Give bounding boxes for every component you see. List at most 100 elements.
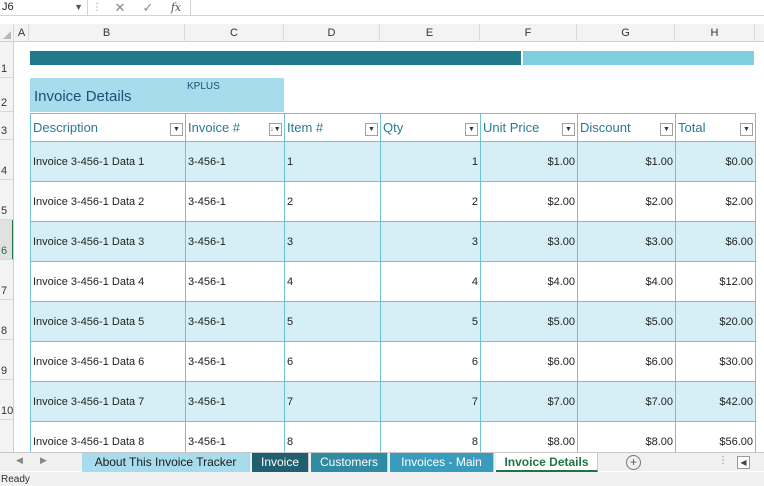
filter-dropdown-icon[interactable]: ▼ — [562, 123, 575, 136]
filter-dropdown-icon[interactable]: ▼ — [740, 123, 753, 136]
cell-total[interactable]: $56.00 — [675, 421, 756, 452]
column-header-a[interactable]: A — [15, 24, 29, 42]
cell-description[interactable]: Invoice 3-456-1 Data 5 — [30, 301, 186, 342]
header-qty[interactable]: Qty ▼ — [380, 113, 481, 142]
cell-qty[interactable]: 1 — [380, 141, 481, 182]
cancel-icon[interactable]: ✕ — [106, 0, 134, 15]
cell-qty[interactable]: 3 — [380, 221, 481, 262]
row-header-1[interactable]: 1 — [0, 42, 13, 78]
name-box[interactable]: J6 ▼ — [0, 0, 88, 16]
filter-dropdown-icon[interactable]: ▼ — [365, 123, 378, 136]
row-header-8[interactable]: 8 — [0, 300, 13, 340]
column-header-d[interactable]: D — [284, 24, 380, 42]
cell-description[interactable]: Invoice 3-456-1 Data 2 — [30, 181, 186, 222]
row-header-4[interactable]: 4 — [0, 140, 13, 180]
row-header-2[interactable]: 2 — [0, 78, 13, 112]
column-header-b[interactable]: B — [29, 24, 185, 42]
tab-invoice-details[interactable]: Invoice Details — [496, 453, 598, 472]
cell-total[interactable]: $0.00 — [675, 141, 756, 182]
sort-filter-icon[interactable]: ↓▼ — [269, 123, 282, 136]
cell-description[interactable]: Invoice 3-456-1 Data 6 — [30, 341, 186, 382]
row-header-3[interactable]: 3 — [0, 112, 13, 140]
cell-discount[interactable]: $7.00 — [577, 381, 676, 422]
column-header-f[interactable]: F — [480, 24, 577, 42]
cell-total[interactable]: $2.00 — [675, 181, 756, 222]
cell-invoice-number[interactable]: 3-456-1 — [185, 181, 285, 222]
header-invoice-number[interactable]: Invoice # ↓▼ — [185, 113, 285, 142]
cell-item-number[interactable]: 6 — [284, 341, 381, 382]
cell-item-number[interactable]: 8 — [284, 421, 381, 452]
filter-dropdown-icon[interactable]: ▼ — [465, 123, 478, 136]
row-header-5[interactable]: 5 — [0, 180, 13, 220]
enter-icon[interactable]: ✓ — [134, 0, 162, 15]
cell-item-number[interactable]: 3 — [284, 221, 381, 262]
cell-unit-price[interactable]: $8.00 — [480, 421, 578, 452]
cell-qty[interactable]: 8 — [380, 421, 481, 452]
cell-item-number[interactable]: 7 — [284, 381, 381, 422]
cell-unit-price[interactable]: $4.00 — [480, 261, 578, 302]
cell-qty[interactable]: 2 — [380, 181, 481, 222]
cell-description[interactable]: Invoice 3-456-1 Data 7 — [30, 381, 186, 422]
cell-invoice-number[interactable]: 3-456-1 — [185, 141, 285, 182]
header-item-number[interactable]: Item # ▼ — [284, 113, 381, 142]
cell-item-number[interactable]: 1 — [284, 141, 381, 182]
cell-discount[interactable]: $1.00 — [577, 141, 676, 182]
cell-unit-price[interactable]: $1.00 — [480, 141, 578, 182]
tab-about-invoice-tracker[interactable]: About This Invoice Tracker — [82, 453, 250, 472]
cell-unit-price[interactable]: $7.00 — [480, 381, 578, 422]
column-header-g[interactable]: G — [577, 24, 675, 42]
insert-function-icon[interactable]: fx — [162, 1, 190, 14]
cell-discount[interactable]: $4.00 — [577, 261, 676, 302]
tab-invoices-main[interactable]: Invoices - Main — [390, 453, 494, 472]
column-header-e[interactable]: E — [380, 24, 480, 42]
cell-unit-price[interactable]: $2.00 — [480, 181, 578, 222]
header-total[interactable]: Total ▼ — [675, 113, 756, 142]
header-unit-price[interactable]: Unit Price ▼ — [480, 113, 578, 142]
cell-discount[interactable]: $2.00 — [577, 181, 676, 222]
cell-unit-price[interactable]: $3.00 — [480, 221, 578, 262]
formula-input[interactable] — [190, 0, 764, 16]
chevron-down-icon[interactable]: ▼ — [74, 0, 83, 14]
add-sheet-icon[interactable]: + — [626, 455, 641, 470]
row-header-9[interactable]: 9 — [0, 340, 13, 380]
scroll-left-icon[interactable]: ◀ — [737, 456, 750, 469]
column-header-c[interactable]: C — [185, 24, 284, 42]
cell-description[interactable]: Invoice 3-456-1 Data 4 — [30, 261, 186, 302]
cell-discount[interactable]: $5.00 — [577, 301, 676, 342]
cell-invoice-number[interactable]: 3-456-1 — [185, 301, 285, 342]
cell-item-number[interactable]: 5 — [284, 301, 381, 342]
cell-description[interactable]: Invoice 3-456-1 Data 3 — [30, 221, 186, 262]
cell-discount[interactable]: $6.00 — [577, 341, 676, 382]
header-description[interactable]: Description ▼ — [30, 113, 186, 142]
title-cell[interactable]: Invoice Details KPLUS — [30, 78, 284, 112]
cell-discount[interactable]: $8.00 — [577, 421, 676, 452]
filter-dropdown-icon[interactable]: ▼ — [170, 123, 183, 136]
tab-customers[interactable]: Customers — [311, 453, 388, 472]
cell-invoice-number[interactable]: 3-456-1 — [185, 261, 285, 302]
cell-total[interactable]: $6.00 — [675, 221, 756, 262]
cell-discount[interactable]: $3.00 — [577, 221, 676, 262]
filter-dropdown-icon[interactable]: ▼ — [660, 123, 673, 136]
select-all-corner[interactable] — [0, 24, 14, 42]
row-header-6[interactable]: 6 — [0, 220, 13, 260]
cell-qty[interactable]: 5 — [380, 301, 481, 342]
cell-unit-price[interactable]: $5.00 — [480, 301, 578, 342]
worksheet-grid[interactable]: Invoice Details KPLUS Description ▼ Invoi… — [15, 43, 764, 452]
tab-scroll-left-icon[interactable]: ◀ — [16, 455, 23, 466]
cell-total[interactable]: $42.00 — [675, 381, 756, 422]
row-header-10[interactable]: 10 — [0, 380, 13, 420]
cell-item-number[interactable]: 2 — [284, 181, 381, 222]
cell-invoice-number[interactable]: 3-456-1 — [185, 381, 285, 422]
cell-invoice-number[interactable]: 3-456-1 — [185, 341, 285, 382]
header-discount[interactable]: Discount ▼ — [577, 113, 676, 142]
cell-qty[interactable]: 7 — [380, 381, 481, 422]
cell-description[interactable]: Invoice 3-456-1 Data 8 — [30, 421, 186, 452]
cell-total[interactable]: $12.00 — [675, 261, 756, 302]
tab-invoice[interactable]: Invoice — [252, 453, 309, 472]
cell-item-number[interactable]: 4 — [284, 261, 381, 302]
cell-total[interactable]: $20.00 — [675, 301, 756, 342]
cell-qty[interactable]: 4 — [380, 261, 481, 302]
column-header-h[interactable]: H — [675, 24, 755, 42]
cell-total[interactable]: $30.00 — [675, 341, 756, 382]
cell-invoice-number[interactable]: 3-456-1 — [185, 421, 285, 452]
